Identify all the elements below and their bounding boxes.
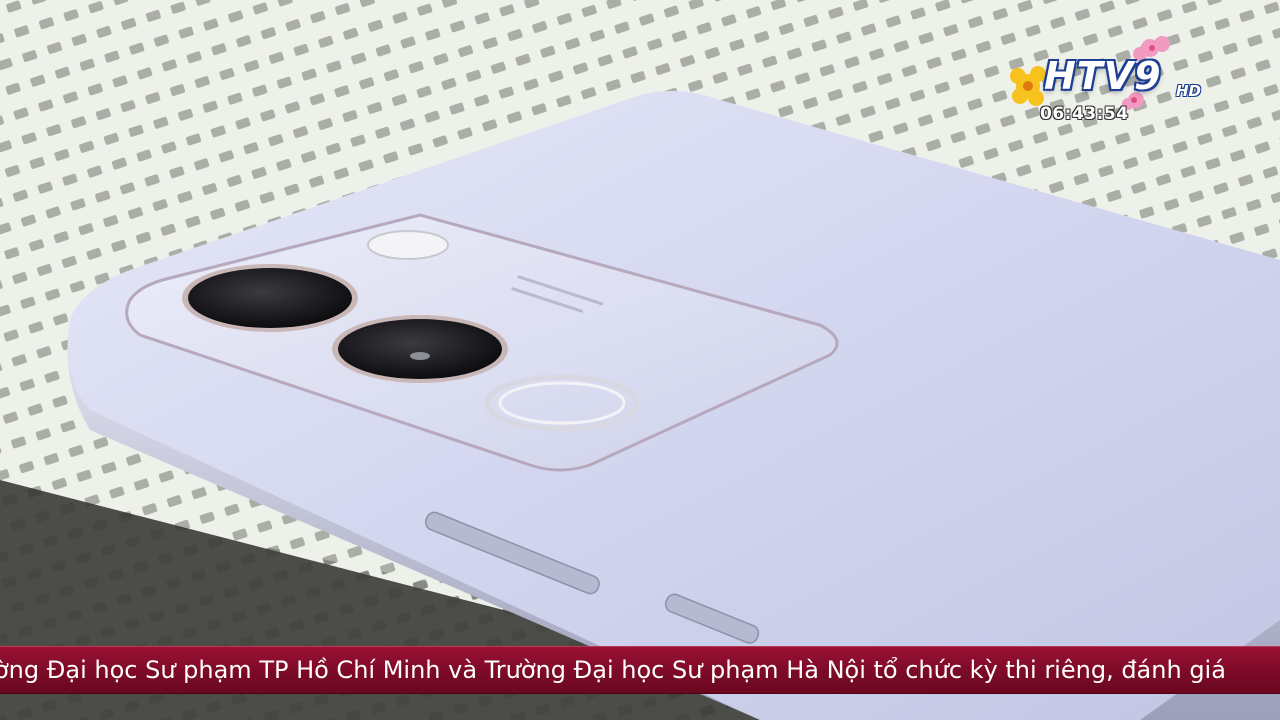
news-ticker: ờng Đại học Sư phạm TP Hồ Chí Minh và Tr…	[0, 646, 1280, 694]
broadcast-clock: 06:43:54	[1040, 104, 1129, 124]
channel-hd-label: HD	[1176, 82, 1202, 100]
channel-logo-text: HTV9	[1044, 54, 1162, 98]
ticker-text: ờng Đại học Sư phạm TP Hồ Chí Minh và Tr…	[0, 656, 1226, 684]
